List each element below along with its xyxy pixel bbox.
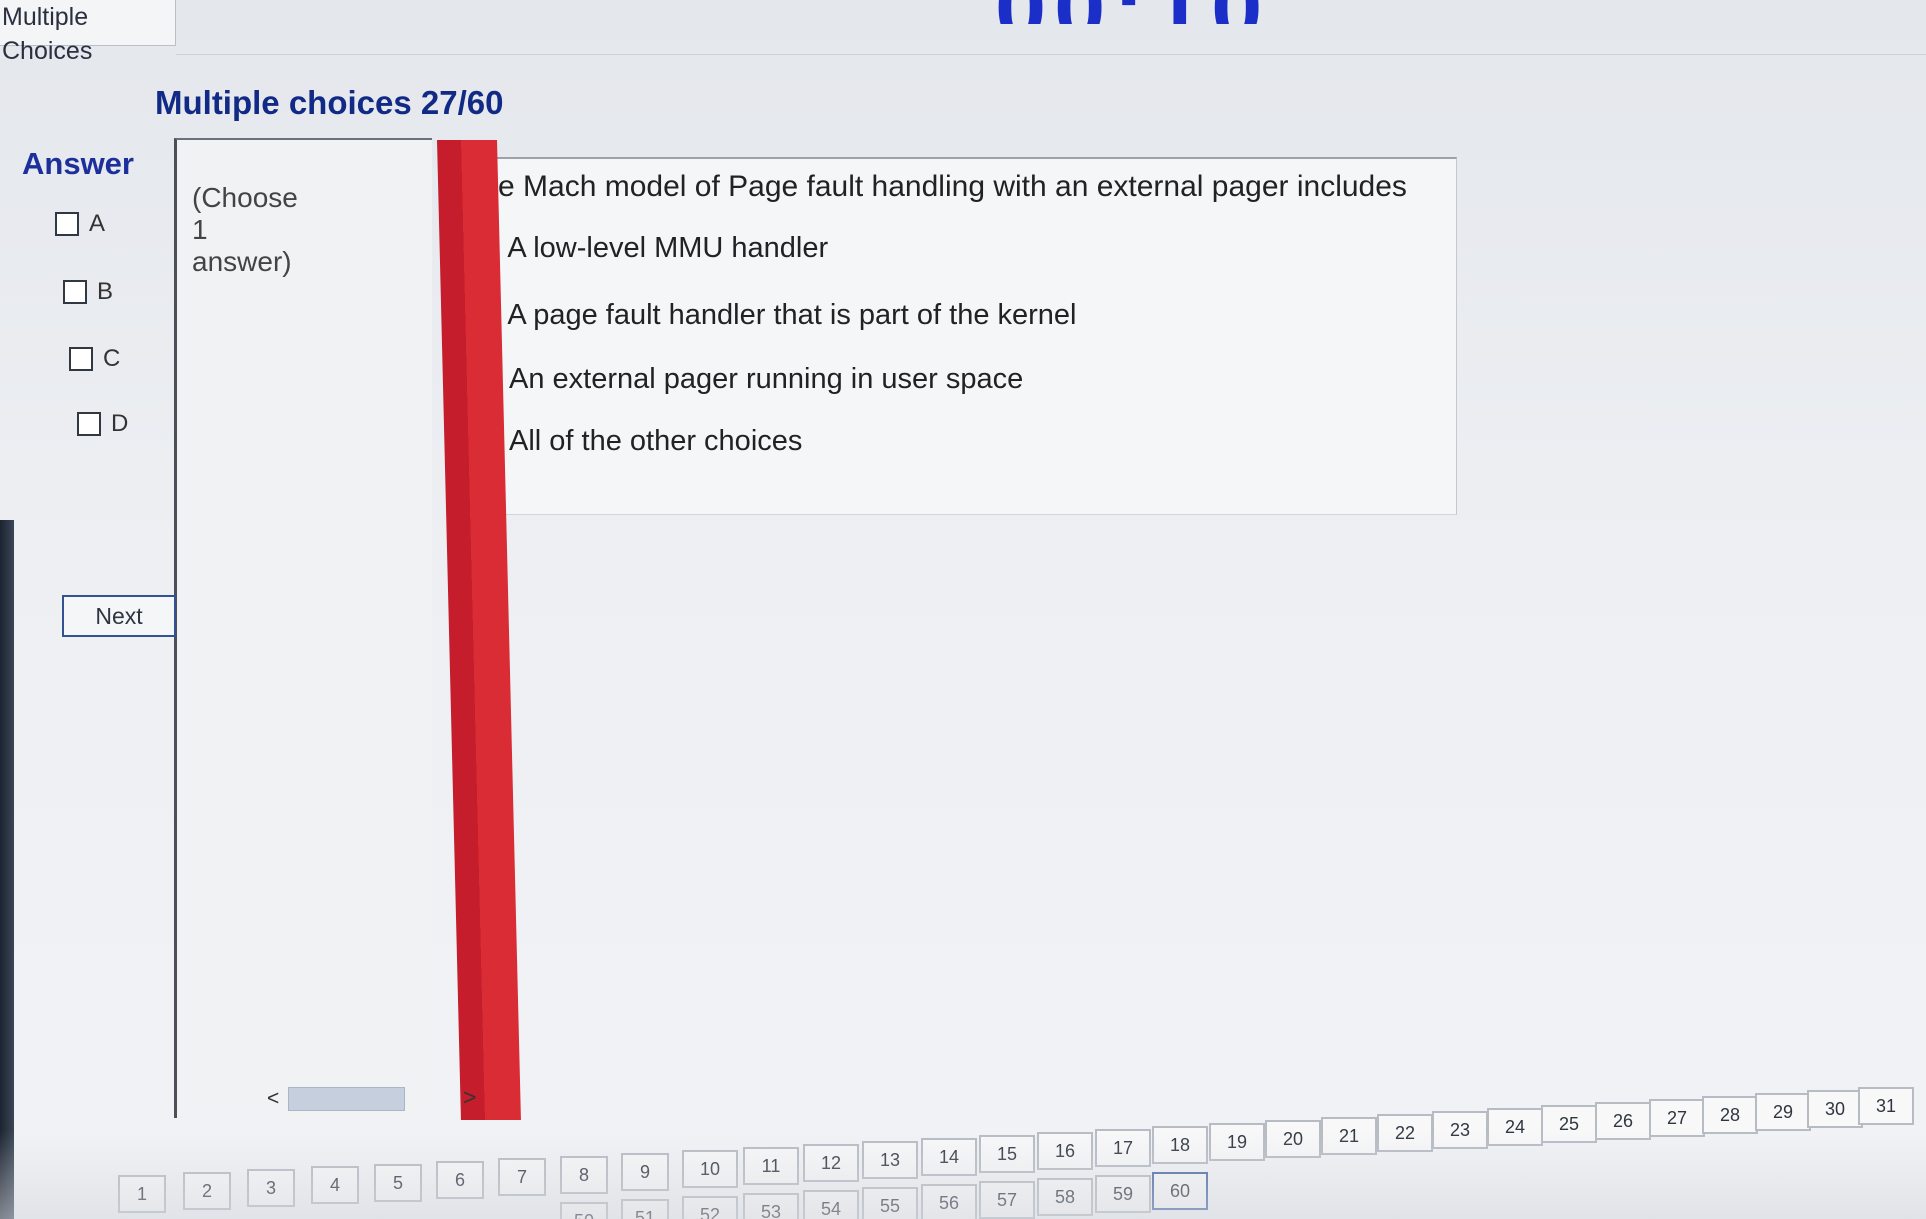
choose-instruction: (Choose 1 answer) bbox=[192, 182, 298, 277]
answer-option-a[interactable]: A bbox=[55, 210, 105, 238]
question-nav-button[interactable]: 9 bbox=[621, 1153, 669, 1191]
question-nav-button[interactable]: 3 bbox=[247, 1169, 295, 1207]
question-choice-d: D. All of the other choices bbox=[464, 425, 802, 458]
question-choice-c: C. An external pager running in user spa… bbox=[464, 363, 1023, 396]
question-nav-button[interactable]: 22 bbox=[1377, 1114, 1433, 1152]
question-nav-button[interactable]: 30 bbox=[1807, 1090, 1863, 1128]
page-title: Multiple choices 27/60 bbox=[155, 84, 504, 121]
horizontal-scrollbar[interactable]: < > bbox=[255, 1084, 485, 1115]
question-choice-c-text: An external pager running in user space bbox=[509, 363, 1024, 395]
question-nav-button[interactable]: 11 bbox=[743, 1147, 799, 1185]
question-nav-button[interactable]: 12 bbox=[803, 1144, 859, 1182]
question-nav-button[interactable]: 24 bbox=[1487, 1108, 1543, 1146]
question-nav-button[interactable]: 13 bbox=[862, 1141, 918, 1179]
question-nav-button[interactable]: 57 bbox=[979, 1181, 1035, 1219]
question-choice-b: B. A page fault handler that is part of … bbox=[464, 299, 1077, 332]
answer-checkbox-c[interactable] bbox=[69, 347, 93, 371]
question-nav-button[interactable]: 18 bbox=[1152, 1126, 1208, 1164]
question-box: The Mach model of Page fault handling wi… bbox=[447, 157, 1457, 515]
question-nav-button[interactable]: 25 bbox=[1541, 1105, 1597, 1143]
question-nav-button[interactable]: 14 bbox=[921, 1138, 977, 1176]
question-nav-button[interactable]: 5 bbox=[374, 1164, 422, 1202]
question-choice-a: A. A low-level MMU handler bbox=[464, 232, 828, 265]
question-nav-button[interactable]: 59 bbox=[1095, 1175, 1151, 1213]
question-nav-button[interactable]: 31 bbox=[1858, 1087, 1914, 1125]
question-nav-button[interactable]: 19 bbox=[1209, 1123, 1265, 1161]
question-nav-button[interactable]: 7 bbox=[498, 1158, 546, 1196]
question-nav-button[interactable]: 56 bbox=[921, 1184, 977, 1219]
answer-option-a-label: A bbox=[89, 210, 106, 237]
countdown-timer: 00:10 bbox=[995, 0, 1270, 24]
question-nav-button[interactable]: 27 bbox=[1649, 1099, 1705, 1137]
question-nav-button[interactable]: 55 bbox=[862, 1187, 918, 1219]
answer-option-d-label: D bbox=[111, 410, 129, 437]
question-nav-button[interactable]: 26 bbox=[1595, 1102, 1651, 1140]
choose-panel: (Choose 1 answer) bbox=[174, 138, 432, 1118]
question-nav-button[interactable]: 60 bbox=[1152, 1172, 1208, 1210]
scroll-right-icon[interactable]: > bbox=[463, 1084, 476, 1111]
question-nav-button[interactable]: 52 bbox=[682, 1196, 738, 1219]
answer-checkbox-a[interactable] bbox=[55, 212, 79, 236]
question-nav-button[interactable]: 15 bbox=[979, 1135, 1035, 1173]
monitor-bezel bbox=[0, 520, 14, 1219]
window-tab-label: Multiple Choices bbox=[2, 3, 93, 65]
question-choice-b-text: A page fault handler that is part of the… bbox=[507, 299, 1077, 331]
question-nav-button[interactable]: 21 bbox=[1321, 1117, 1377, 1155]
question-nav-button[interactable]: 10 bbox=[682, 1150, 738, 1188]
question-text: The Mach model of Page fault handling wi… bbox=[463, 170, 1407, 203]
question-nav-button[interactable]: 53 bbox=[743, 1193, 799, 1219]
question-nav-button[interactable]: 1 bbox=[118, 1175, 166, 1213]
exam-screen: Multiple Choices 00:10 Multiple choices … bbox=[0, 0, 1926, 1219]
question-nav-button[interactable]: 54 bbox=[803, 1190, 859, 1219]
answer-option-c-label: C bbox=[103, 345, 121, 372]
question-nav-button[interactable]: 4 bbox=[311, 1166, 359, 1204]
answer-option-c[interactable]: C bbox=[69, 345, 120, 373]
question-nav-button[interactable]: 29 bbox=[1755, 1093, 1811, 1131]
answer-option-d[interactable]: D bbox=[77, 410, 128, 438]
answer-checkbox-b[interactable] bbox=[63, 280, 87, 304]
answer-option-b-label: B bbox=[97, 278, 114, 305]
answer-option-b[interactable]: B bbox=[63, 278, 113, 306]
scroll-left-icon[interactable]: < bbox=[267, 1087, 279, 1111]
question-choice-a-text: A low-level MMU handler bbox=[507, 232, 829, 264]
question-nav-button[interactable]: 58 bbox=[1037, 1178, 1093, 1216]
answer-checkbox-d[interactable] bbox=[77, 412, 101, 436]
next-button[interactable]: Next bbox=[62, 595, 176, 637]
question-nav-button[interactable]: 17 bbox=[1095, 1129, 1151, 1167]
window-tab[interactable]: Multiple Choices bbox=[0, 0, 176, 65]
question-nav-button[interactable]: 2 bbox=[183, 1172, 231, 1210]
question-nav-button[interactable]: 8 bbox=[560, 1156, 608, 1194]
question-nav-button[interactable]: 6 bbox=[436, 1161, 484, 1199]
scroll-thumb[interactable] bbox=[288, 1087, 405, 1111]
question-nav-button[interactable]: 50 bbox=[560, 1202, 608, 1219]
answer-label: Answer bbox=[22, 146, 134, 181]
question-nav-button[interactable]: 28 bbox=[1702, 1096, 1758, 1134]
question-nav-button[interactable]: 23 bbox=[1432, 1111, 1488, 1149]
question-nav-button[interactable]: 20 bbox=[1265, 1120, 1321, 1158]
question-choice-d-text: All of the other choices bbox=[509, 425, 803, 457]
question-nav-button[interactable]: 51 bbox=[621, 1199, 669, 1219]
question-nav-button[interactable]: 16 bbox=[1037, 1132, 1093, 1170]
